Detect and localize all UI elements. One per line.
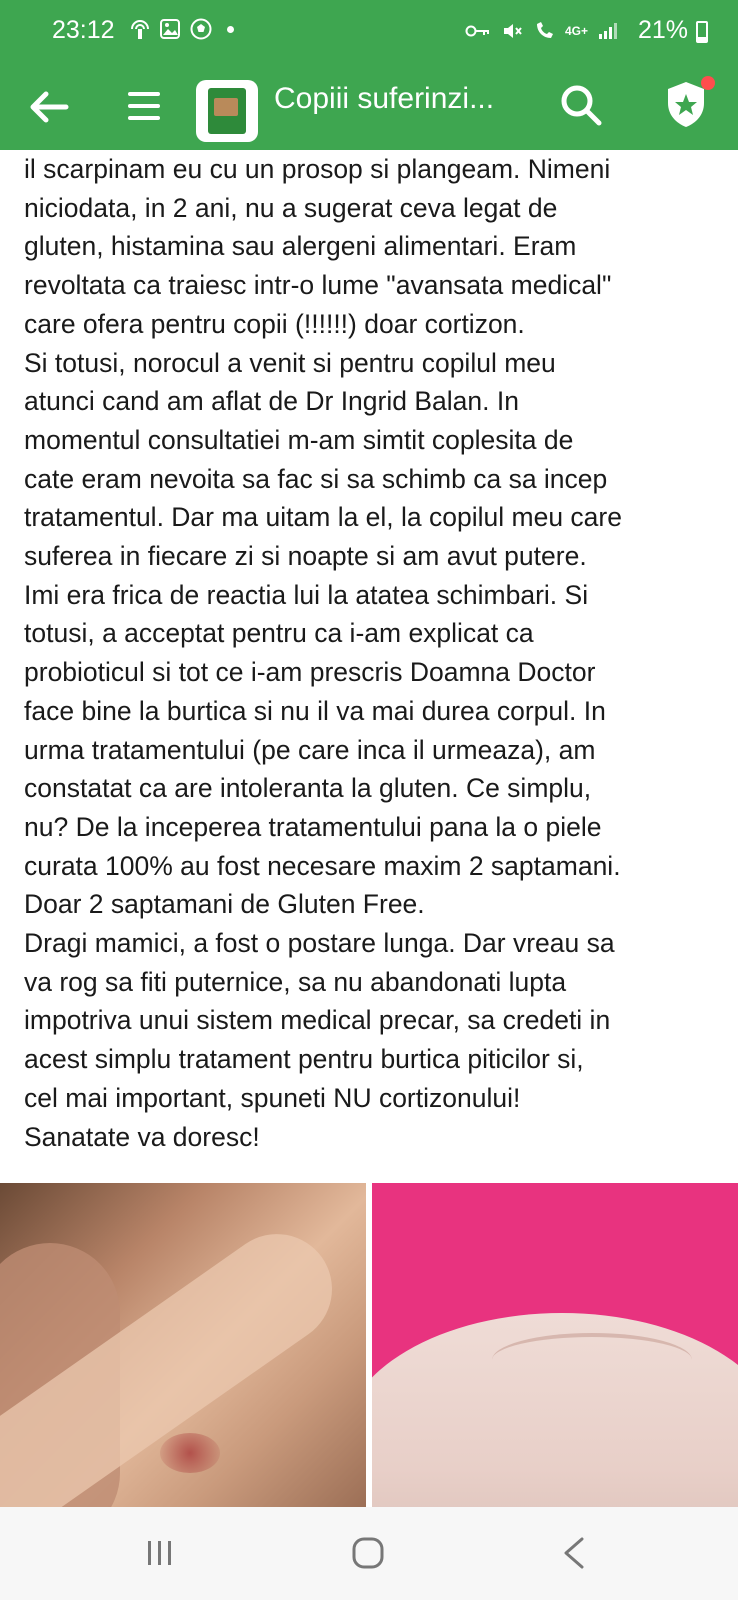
post-photo-before[interactable] <box>0 1183 366 1507</box>
back-arrow-icon[interactable] <box>26 84 72 130</box>
group-avatar[interactable] <box>196 80 258 142</box>
status-time: 23:12 <box>52 16 115 44</box>
photo-shape <box>160 1433 220 1473</box>
post-line: Doar 2 saptamani de Gluten Free. <box>24 889 425 920</box>
post-line: va rog sa fiti puternice, sa nu abandona… <box>24 966 567 997</box>
post-line: suferea in fiecare zi si noapte si am av… <box>24 541 587 572</box>
post-line: atunci cand am aflat de Dr Ingrid Balan.… <box>24 386 519 417</box>
app-header: 23:12 4G+ 21% Copiii suferinzi... <box>0 0 738 150</box>
post-photo-after[interactable] <box>372 1183 738 1507</box>
post-line: impotriva unui sistem medical precar, sa… <box>24 1005 611 1036</box>
post-line: gluten, histamina sau alergeni alimentar… <box>24 231 577 262</box>
post-line: momentul consultatiei m-am simtit coples… <box>24 424 574 455</box>
notification-badge <box>701 76 715 90</box>
mute-icon <box>503 24 522 38</box>
more-notifications-dot <box>227 25 234 33</box>
recent-apps-icon[interactable] <box>146 1540 174 1566</box>
soccer-ball-icon <box>190 18 212 40</box>
wifi-call-icon <box>536 22 553 38</box>
network-type: 4G+ <box>564 24 588 38</box>
post-line: il scarpinam eu cu un prosop si plangeam… <box>24 154 611 184</box>
post-body: il scarpinam eu cu un prosop si plangeam… <box>24 150 724 1156</box>
post-line: cate eram nevoita sa fac si sa schimb ca… <box>24 463 608 494</box>
book-cover-icon <box>208 88 246 134</box>
nav-back-icon[interactable] <box>562 1537 586 1569</box>
post-line: Si totusi, norocul a venit si pentru cop… <box>24 347 556 378</box>
post-line: Imi era frica de reactia lui la atatea s… <box>24 579 589 610</box>
post-line: urma tratamentului (pe care inca il urme… <box>24 734 596 765</box>
page-title[interactable]: Copiii suferinzi... <box>274 82 494 116</box>
post-line: acest simplu tratament pentru burtica pi… <box>24 1044 584 1075</box>
toolbar: Copiii suferinzi... <box>0 64 738 150</box>
post-line: curata 100% au fost necesare maxim 2 sap… <box>24 850 621 881</box>
hamburger-menu-icon[interactable] <box>126 86 162 126</box>
post-line: constatat ca are intoleranta la gluten. … <box>24 773 592 804</box>
post-line: Sanatate va doresc! <box>24 1121 260 1152</box>
gallery-icon <box>160 19 180 39</box>
post-line: niciodata, in 2 ani, nu a sugerat ceva l… <box>24 192 558 223</box>
post-photos <box>0 1183 738 1507</box>
post-line: Dragi mamici, a fost o postare lunga. Da… <box>24 928 615 959</box>
battery-icon <box>696 21 708 43</box>
home-icon[interactable] <box>352 1537 384 1569</box>
search-icon[interactable] <box>558 82 604 128</box>
post-line: revoltata ca traiesc intr-o lume "avansa… <box>24 270 612 301</box>
post-line: totusi, a acceptat pentru ca i-am explic… <box>24 618 534 649</box>
status-bar: 23:12 4G+ 21% <box>0 0 738 64</box>
photo-shape <box>492 1333 692 1387</box>
post-line: tratamentul. Dar ma uitam la el, la copi… <box>24 502 622 533</box>
post-line: probioticul si tot ce i-am prescris Doam… <box>24 657 596 688</box>
status-left-icons <box>130 18 234 40</box>
hotspot-icon <box>131 20 149 39</box>
vpn-key-icon <box>465 25 489 37</box>
status-right-icons: 4G+ <box>465 20 618 42</box>
post-line: nu? De la inceperea tratamentului pana l… <box>24 811 602 842</box>
post-line: face bine la burtica si nu il va mai dur… <box>24 695 606 726</box>
system-nav-bar <box>0 1507 738 1600</box>
signal-icon <box>599 23 617 39</box>
post-line: cel mai important, spuneti NU cortizonul… <box>24 1082 521 1113</box>
battery-percent: 21% <box>637 16 688 44</box>
post-line: care ofera pentru copii (!!!!!!) doar co… <box>24 308 525 339</box>
